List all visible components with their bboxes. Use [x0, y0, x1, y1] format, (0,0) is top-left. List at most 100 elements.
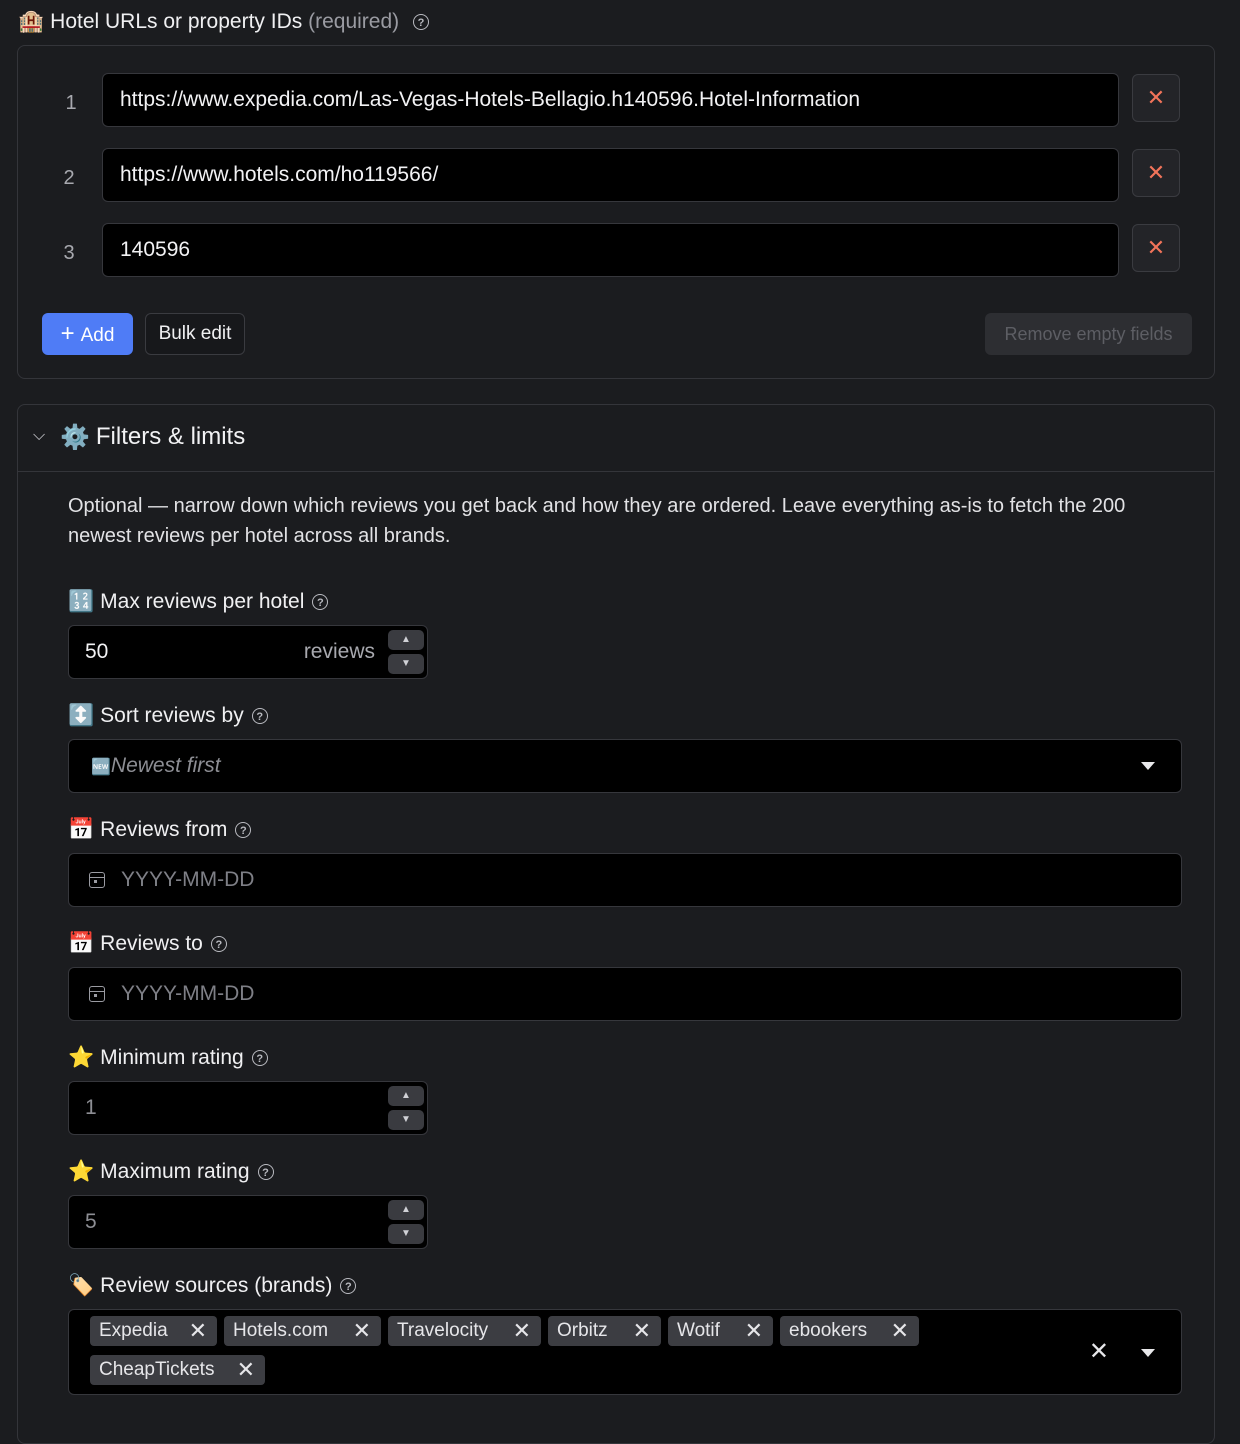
hotel-icon: 🏨: [18, 10, 45, 34]
source-tag-label: CheapTickets: [99, 1359, 215, 1380]
review-sources-multiselect[interactable]: Expedia ✕ Hotels.com ✕ Travelocity ✕ Orbitz…: [68, 1309, 1182, 1395]
max-reviews-label: 🔢 Max reviews per hotel?: [68, 590, 329, 614]
source-tag: Wotif ✕: [668, 1316, 773, 1346]
increment-button[interactable]: ▲: [388, 1086, 424, 1106]
dropdown-caret-icon[interactable]: [1141, 762, 1155, 770]
dropdown-caret-icon[interactable]: [1141, 1349, 1155, 1357]
hotel-url-input-1[interactable]: https://www.expedia.com/Las-Vegas-Hotels…: [102, 73, 1119, 127]
help-icon[interactable]: ?: [251, 708, 268, 725]
source-tag: Orbitz ✕: [548, 1316, 661, 1346]
remove-row-button-2[interactable]: ✕: [1132, 149, 1180, 197]
max-reviews-input[interactable]: 50 reviews ▲ ▼: [68, 625, 428, 679]
add-button[interactable]: + Add: [42, 313, 133, 355]
filters-title-label: Filters & limits: [95, 423, 246, 450]
sort-selected-value: 🆕Newest first: [91, 740, 221, 794]
add-label: Add: [80, 325, 115, 346]
close-icon: ✕: [1146, 85, 1166, 110]
source-tag-label: ebookers: [789, 1320, 868, 1341]
close-icon: ✕: [1146, 160, 1166, 185]
max-rating-input[interactable]: 5 ▲ ▼: [68, 1195, 428, 1249]
sort-select[interactable]: 🆕Newest first: [68, 739, 1182, 793]
source-tag: Expedia ✕: [90, 1316, 217, 1346]
gear-icon: ⚙️: [60, 424, 90, 452]
help-icon[interactable]: ?: [235, 822, 252, 839]
source-tag-label: Travelocity: [397, 1320, 489, 1341]
filters-description: Optional — narrow down which reviews you…: [68, 495, 1126, 547]
sort-label-text: Sort reviews by: [100, 704, 244, 727]
max-reviews-value: 50: [85, 640, 109, 663]
calendar-icon: [89, 986, 105, 1002]
numbers-icon: 🔢: [68, 590, 95, 614]
close-icon: ✕: [1146, 235, 1166, 260]
up-down-arrow-icon: ↕️: [68, 704, 95, 728]
reviews-from-label-text: Reviews from: [100, 818, 228, 841]
hotel-url-input-2[interactable]: https://www.hotels.com/ho119566/: [102, 148, 1119, 202]
filters-title[interactable]: ⚙️ Filters & limits: [60, 423, 245, 452]
reviews-from-input[interactable]: YYYY-MM-DD: [68, 853, 1182, 907]
increment-button[interactable]: ▲: [388, 1200, 424, 1220]
max-rating-label-text: Maximum rating: [100, 1160, 250, 1183]
max-rating-label: ⭐ Maximum rating?: [68, 1160, 274, 1184]
source-tag: Hotels.com ✕: [224, 1316, 381, 1346]
star-icon: ⭐: [68, 1160, 95, 1184]
reviews-to-label: 📅 Reviews to?: [68, 932, 227, 956]
min-rating-label: ⭐ Minimum rating?: [68, 1046, 268, 1070]
help-icon[interactable]: ?: [312, 594, 329, 611]
plus-icon: +: [60, 320, 75, 347]
chevron-down-icon[interactable]: ⌵: [33, 427, 45, 445]
clear-all-icon[interactable]: ✕: [1089, 1338, 1109, 1366]
min-rating-label-text: Minimum rating: [100, 1046, 244, 1069]
remove-tag-icon[interactable]: ✕: [891, 1316, 909, 1346]
help-icon[interactable]: ?: [257, 1164, 274, 1181]
max-rating-value: 5: [85, 1210, 97, 1233]
bulk-edit-button[interactable]: Bulk edit: [145, 313, 245, 355]
max-reviews-unit: reviews: [303, 640, 375, 663]
max-reviews-label-text: Max reviews per hotel: [100, 590, 305, 613]
decrement-button[interactable]: ▼: [388, 1110, 424, 1130]
remove-tag-icon[interactable]: ✕: [237, 1355, 255, 1385]
reviews-from-placeholder: YYYY-MM-DD: [121, 868, 255, 891]
help-icon[interactable]: ?: [210, 936, 227, 953]
hotel-url-input-3[interactable]: 140596: [102, 223, 1119, 277]
help-icon[interactable]: ?: [340, 1278, 357, 1295]
remove-tag-icon[interactable]: ✕: [633, 1316, 651, 1346]
new-icon: 🆕: [91, 759, 111, 776]
source-tag-label: Wotif: [677, 1320, 720, 1341]
hotel-urls-title: 🏨 Hotel URLs or property IDs (required) ?: [18, 10, 429, 34]
required-label: (required): [308, 10, 400, 33]
source-tag-label: Hotels.com: [233, 1320, 329, 1341]
min-rating-input[interactable]: 1 ▲ ▼: [68, 1081, 428, 1135]
decrement-button[interactable]: ▼: [388, 654, 424, 674]
row-number: 2: [63, 167, 75, 189]
source-tag: CheapTickets ✕: [90, 1355, 265, 1385]
source-tag: Travelocity ✕: [388, 1316, 541, 1346]
remove-tag-icon[interactable]: ✕: [353, 1316, 371, 1346]
reviews-from-label: 📅 Reviews from?: [68, 818, 252, 842]
sort-label: ↕️ Sort reviews by?: [68, 704, 268, 728]
row-number: 3: [63, 242, 75, 264]
calendar-icon: [89, 872, 105, 888]
remove-row-button-3[interactable]: ✕: [1132, 224, 1180, 272]
help-icon[interactable]: ?: [412, 14, 429, 31]
label-tag-icon: 🏷️: [68, 1274, 95, 1298]
review-sources-label: 🏷️ Review sources (brands)?: [68, 1274, 357, 1298]
increment-button[interactable]: ▲: [388, 630, 424, 650]
decrement-button[interactable]: ▼: [388, 1224, 424, 1244]
remove-tag-icon[interactable]: ✕: [745, 1316, 763, 1346]
reviews-to-input[interactable]: YYYY-MM-DD: [68, 967, 1182, 1021]
remove-tag-icon[interactable]: ✕: [513, 1316, 531, 1346]
calendar-icon: 📅: [68, 932, 95, 956]
remove-empty-fields-button[interactable]: Remove empty fields: [985, 313, 1192, 355]
source-tag-label: Expedia: [99, 1320, 168, 1341]
source-tag: ebookers ✕: [780, 1316, 919, 1346]
review-sources-label-text: Review sources (brands): [100, 1274, 333, 1297]
reviews-to-placeholder: YYYY-MM-DD: [121, 982, 255, 1005]
hotel-urls-label: Hotel URLs or property IDs: [50, 10, 303, 33]
remove-row-button-1[interactable]: ✕: [1132, 74, 1180, 122]
row-number: 1: [65, 92, 77, 114]
star-icon: ⭐: [68, 1046, 95, 1070]
reviews-to-label-text: Reviews to: [100, 932, 203, 955]
remove-tag-icon[interactable]: ✕: [189, 1316, 207, 1346]
help-icon[interactable]: ?: [251, 1050, 268, 1067]
source-tag-label: Orbitz: [557, 1320, 608, 1341]
